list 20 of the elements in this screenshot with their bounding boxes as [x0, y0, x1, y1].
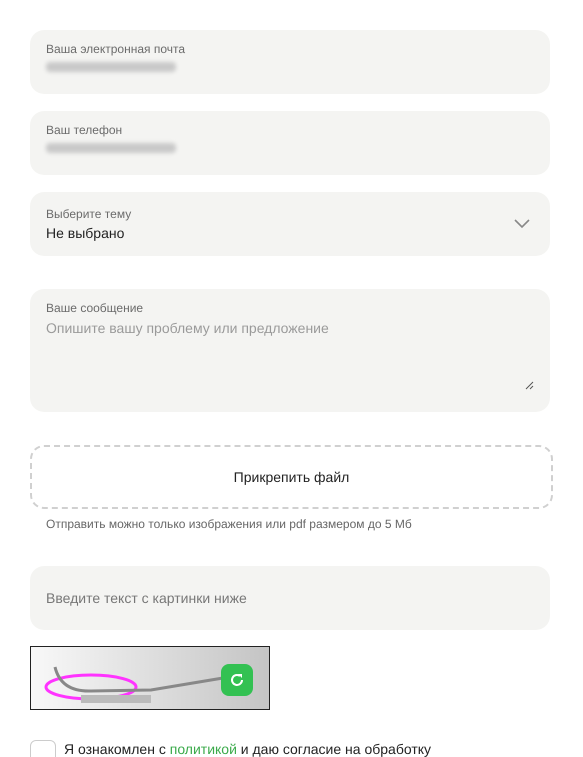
- hint-text: Отправить можно только изображения или pdf размером до 5 Мб: [45, 517, 413, 532]
- chevron-down-icon: [514, 219, 530, 229]
- attach-file-button[interactable]: Прикрепить файл: [30, 445, 553, 509]
- captcha-input-field[interactable]: Введите текст с картинки ниже: [30, 566, 550, 630]
- field-label: Выберите тему: [46, 207, 132, 222]
- resize-grip-icon: [525, 381, 534, 390]
- placeholder-text: Введите текст с картинки ниже: [46, 588, 247, 608]
- consent-text: Я ознакомлен с политикой и даю согласие на обработку: [64, 740, 432, 757]
- field-label: Ваше сообщение: [46, 301, 144, 316]
- refresh-button[interactable]: [221, 664, 253, 696]
- input-field[interactable]: Ваша электронная почта: [30, 30, 550, 94]
- policy-link[interactable]: политикой: [170, 741, 237, 757]
- field-label: Ваш телефон: [46, 123, 124, 138]
- placeholder-text: Опишите вашу проблему или предложение: [46, 319, 330, 338]
- textarea-field[interactable]: Ваше сообщение Опишите вашу проблему или предложение: [30, 289, 550, 412]
- input-field[interactable]: Ваш телефон: [30, 111, 550, 175]
- field-label: Ваша электронная почта: [46, 42, 186, 57]
- refresh-icon: [229, 672, 245, 688]
- select-value: Не выбрано: [46, 224, 126, 243]
- select-field[interactable]: Выберите тему Не выбрано: [30, 192, 550, 256]
